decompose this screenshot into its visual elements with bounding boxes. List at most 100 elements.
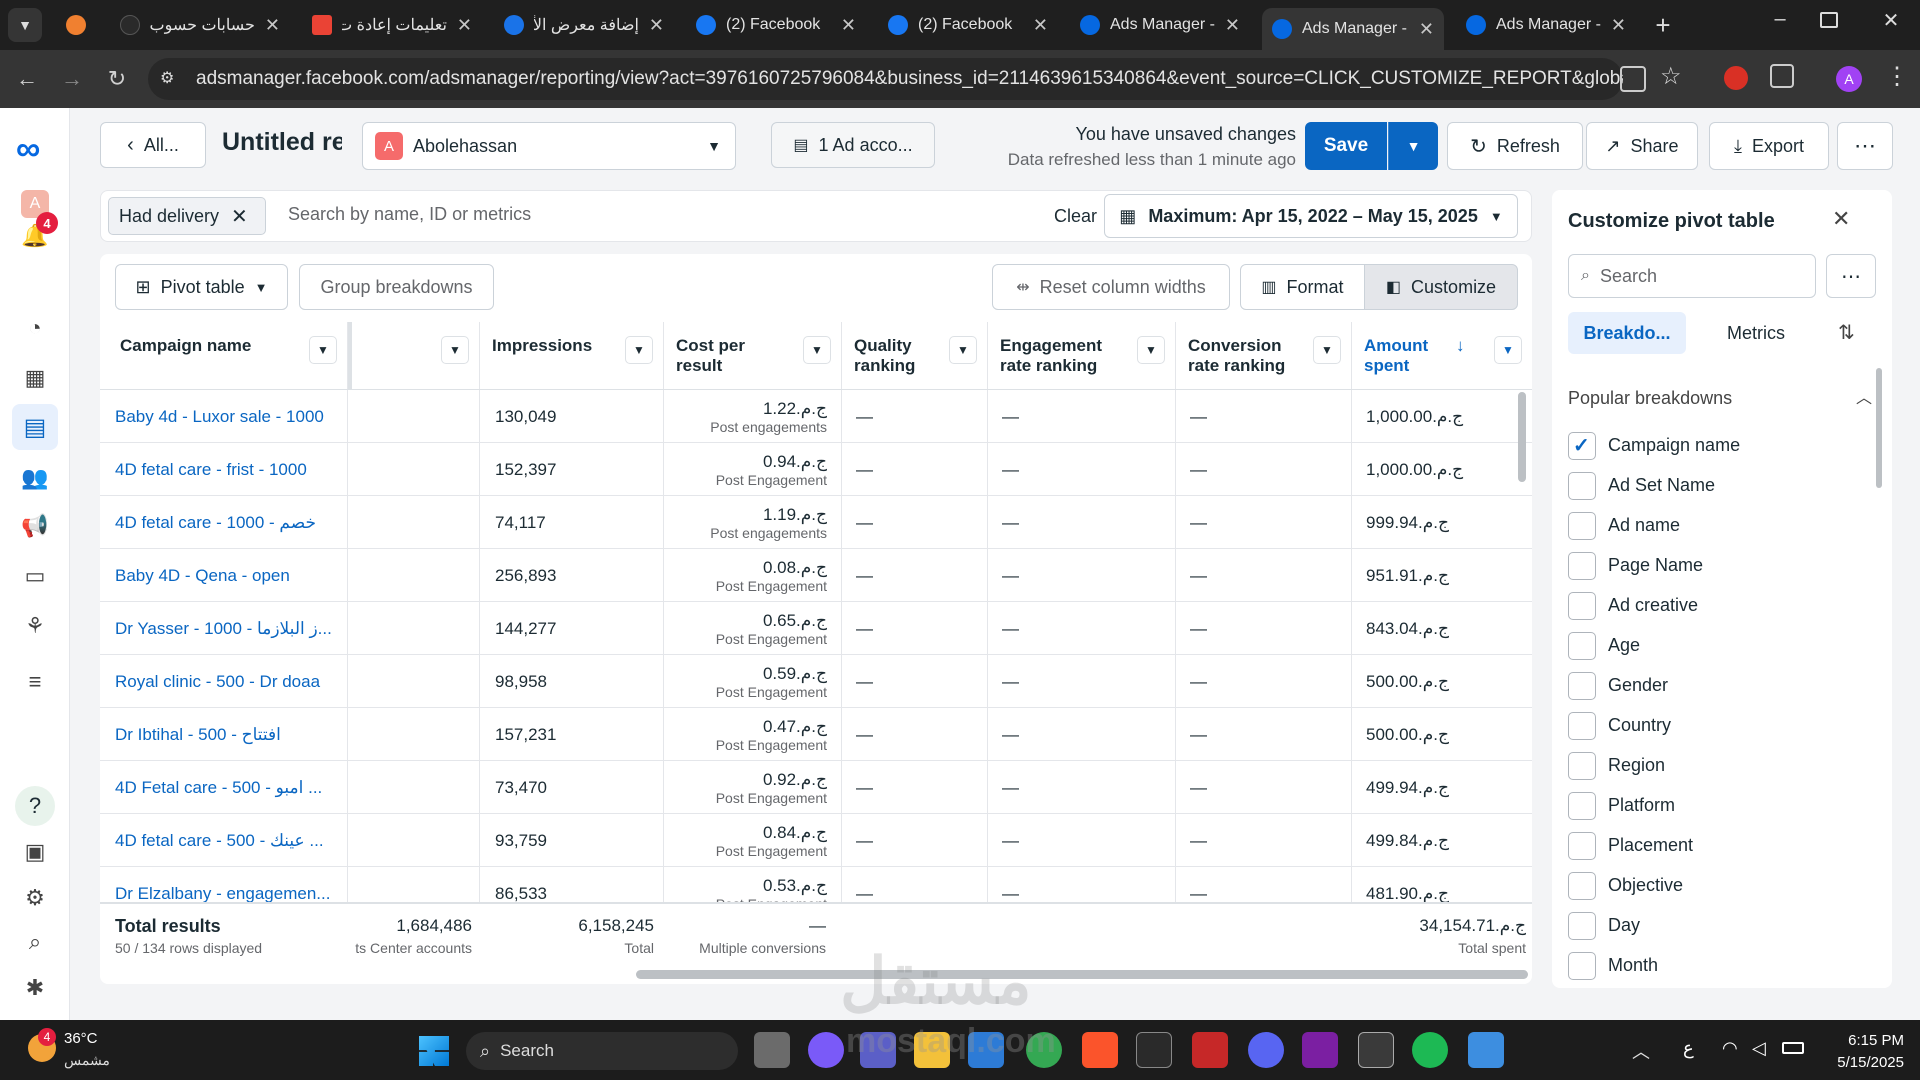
export-button[interactable]: ⤓ Export: [1709, 122, 1829, 170]
all-reports-button[interactable]: ‹ All...: [100, 122, 206, 168]
show-hidden-icons-chevron[interactable]: ︿: [1632, 1038, 1650, 1064]
bug-report-icon[interactable]: ✱: [17, 970, 53, 1006]
breakdown-checkbox[interactable]: [1568, 872, 1596, 900]
app-ae-icon[interactable]: [1192, 1032, 1228, 1068]
breakdown-label[interactable]: Country: [1608, 715, 1671, 736]
browser-tab-4[interactable]: (2) Facebook ✕: [686, 6, 866, 44]
browser-menu-icon[interactable]: ⋮: [1885, 62, 1909, 91]
extension-red-icon[interactable]: [1724, 66, 1748, 90]
breakdown-label[interactable]: Campaign name: [1608, 435, 1740, 456]
wifi-icon[interactable]: ◠: [1722, 1038, 1738, 1059]
breakdown-label[interactable]: Age: [1608, 635, 1640, 656]
maximize-button[interactable]: [1820, 12, 1838, 28]
news-feed-icon[interactable]: ▣: [17, 834, 53, 870]
breakdown-checkbox[interactable]: [1568, 832, 1596, 860]
app-blue-icon[interactable]: [1468, 1032, 1504, 1068]
campaign-name-link[interactable]: Baby 4d - Luxor sale - 1000: [100, 390, 348, 443]
column-header-conversion-ranking[interactable]: Conversion rate ranking ▼: [1176, 322, 1352, 390]
breakdown-label[interactable]: Ad name: [1608, 515, 1680, 536]
breakdown-label[interactable]: Page Name: [1608, 555, 1703, 576]
billing-card-icon[interactable]: ▭: [17, 558, 53, 594]
table-row[interactable]: Royal clinic - 500 - Dr doaa 98,958 ج.م.0.…: [100, 655, 1532, 708]
breakdown-checkbox[interactable]: [1568, 632, 1596, 660]
dashboard-gauge-icon[interactable]: ◔: [17, 310, 53, 346]
breakdown-checkbox[interactable]: [1568, 792, 1596, 820]
clear-filters-link[interactable]: Clear: [1054, 206, 1097, 227]
column-header-amount-spent[interactable]: Amount spent ↓ ▼: [1352, 322, 1532, 390]
search-icon[interactable]: ⌕: [17, 924, 53, 960]
breakdown-checkbox[interactable]: [1568, 592, 1596, 620]
caret-down-icon[interactable]: ▼: [1137, 336, 1165, 364]
language-indicator[interactable]: ع: [1683, 1038, 1694, 1059]
clock-time[interactable]: 6:15 PM: [1820, 1032, 1904, 1049]
install-app-icon[interactable]: [1620, 66, 1646, 92]
close-icon[interactable]: ✕: [231, 204, 248, 229]
meta-logo-icon[interactable]: ∞: [16, 130, 40, 169]
close-window-button[interactable]: ✕: [1876, 8, 1906, 38]
caret-down-icon[interactable]: ▼: [1494, 336, 1522, 364]
new-tab-button[interactable]: +: [1648, 10, 1678, 40]
column-header-campaign-name[interactable]: Campaign name ▼: [100, 322, 348, 390]
caret-down-icon[interactable]: ▼: [949, 336, 977, 364]
tab-breakdowns[interactable]: Breakdo...: [1568, 312, 1686, 354]
share-button[interactable]: ↗ Share: [1586, 122, 1698, 170]
discord-icon[interactable]: [1248, 1032, 1284, 1068]
date-range-picker[interactable]: ▦ Maximum: Apr 15, 2022 – May 15, 2025 ▼: [1104, 194, 1518, 238]
table-grid-icon[interactable]: ▦: [17, 360, 53, 396]
save-options-dropdown[interactable]: ▼: [1388, 122, 1438, 170]
caret-down-icon[interactable]: ▼: [1313, 336, 1341, 364]
megaphone-icon[interactable]: 📢: [17, 508, 53, 544]
app-tv-icon[interactable]: [1302, 1032, 1338, 1068]
table-row[interactable]: 4D fetal care - frist - 1000 152,397 ج.م.0…: [100, 443, 1532, 496]
campaign-name-link[interactable]: Dr Yasser - 1000 - ز البلازما...: [100, 602, 348, 655]
breakdown-checkbox[interactable]: [1568, 952, 1596, 980]
bookmark-star-icon[interactable]: ☆: [1660, 62, 1682, 91]
breakdown-label[interactable]: Region: [1608, 755, 1665, 776]
column-header-impressions[interactable]: Impressions ▼: [480, 322, 664, 390]
close-icon[interactable]: ✕: [457, 15, 472, 36]
refresh-button[interactable]: ↻ Refresh: [1447, 122, 1583, 170]
close-icon[interactable]: ✕: [1225, 15, 1240, 36]
caret-down-icon[interactable]: ▼: [625, 336, 653, 364]
filter-chip[interactable]: Had delivery ✕: [108, 197, 266, 235]
close-icon[interactable]: ✕: [1419, 19, 1434, 40]
close-icon[interactable]: ✕: [1611, 15, 1626, 36]
battery-icon[interactable]: [1782, 1042, 1804, 1054]
column-header-engagement-ranking[interactable]: Engagement rate ranking ▼: [988, 322, 1176, 390]
reload-button[interactable]: ↻: [100, 62, 134, 96]
sort-list-icon[interactable]: ⇅: [1838, 320, 1855, 345]
breakdown-label[interactable]: Month: [1608, 955, 1658, 976]
search-input[interactable]: Search by name, ID or metrics: [288, 204, 788, 225]
breakdown-checkbox[interactable]: [1568, 912, 1596, 940]
tab-search-button[interactable]: ▼: [8, 8, 42, 42]
task-view-icon[interactable]: [754, 1032, 790, 1068]
campaign-name-link[interactable]: 4D fetal care - 1000 - خصم: [100, 496, 348, 549]
breakdown-label[interactable]: Ad Set Name: [1608, 475, 1715, 496]
section-header-popular-breakdowns[interactable]: Popular breakdowns: [1568, 388, 1732, 409]
close-icon[interactable]: ✕: [1832, 206, 1850, 232]
site-info-icon[interactable]: ⚙: [160, 68, 182, 90]
save-button[interactable]: Save: [1305, 122, 1387, 170]
minimize-button[interactable]: –: [1765, 8, 1795, 38]
format-button[interactable]: ▥ Format: [1240, 264, 1365, 310]
campaign-name-link[interactable]: 4D Fetal care - 500 - امبو ...: [100, 761, 348, 814]
table-row[interactable]: Dr Ibtihal - 500 - افتتاح 157,231 ج.م.0.47…: [100, 708, 1532, 761]
pivot-table-dropdown[interactable]: ⊞ Pivot table ▼: [115, 264, 288, 310]
vertical-scrollbar[interactable]: [1518, 392, 1526, 482]
address-bar[interactable]: adsmanager.facebook.com/adsmanager/repor…: [148, 58, 1623, 100]
extensions-puzzle-icon[interactable]: [1770, 64, 1794, 88]
close-icon[interactable]: ✕: [649, 15, 664, 36]
caret-down-icon[interactable]: ▼: [441, 336, 469, 364]
breakdown-label[interactable]: Ad creative: [1608, 595, 1698, 616]
close-icon[interactable]: ✕: [841, 15, 856, 36]
taskbar-search[interactable]: ⌕ Search: [466, 1032, 738, 1070]
column-header-cost-per-result[interactable]: Cost per result ▼: [664, 322, 842, 390]
app-iv-icon[interactable]: [1358, 1032, 1394, 1068]
panel-scrollbar[interactable]: [1876, 368, 1882, 488]
breakdown-checkbox[interactable]: [1568, 672, 1596, 700]
breakdown-checkbox[interactable]: ✓: [1568, 432, 1596, 460]
table-row[interactable]: 4D fetal care - 500 - عينك ... 93,759 ج.م.…: [100, 814, 1532, 867]
browser-tab-3[interactable]: إضافة معرض الأ ✕: [494, 6, 674, 44]
campaign-name-link[interactable]: Dr Ibtihal - 500 - افتتاح: [100, 708, 348, 761]
app-b-icon[interactable]: [1136, 1032, 1172, 1068]
